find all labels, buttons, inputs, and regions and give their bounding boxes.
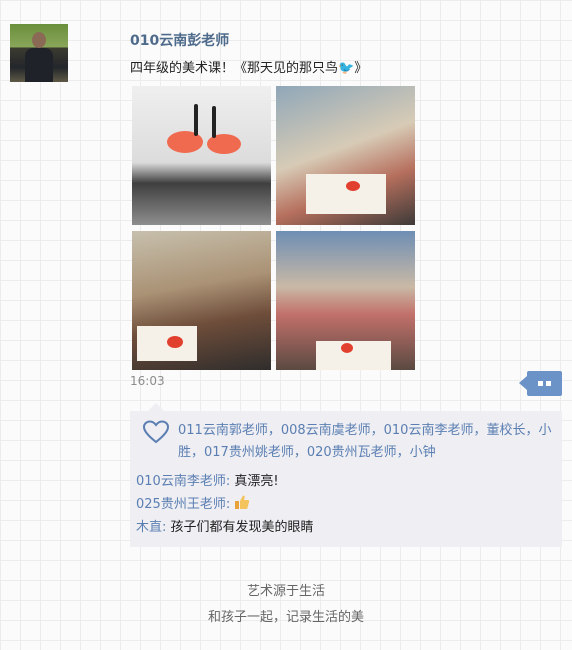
paint-dot [346,181,360,191]
more-dots-icon [538,381,543,386]
thumbs-up-emoji-icon [234,494,250,514]
comment-text: 孩子们都有发现美的眼睛 [170,520,314,535]
comment-row[interactable]: 025贵州王老师: [136,493,250,514]
paper [316,341,391,370]
photo-4-classroom[interactable] [276,231,415,370]
heart-icon [142,420,170,444]
more-dots-icon [546,381,551,386]
photo-1-flamingo-painting[interactable] [132,86,271,225]
comment-author[interactable]: 木直: [136,520,166,535]
bird-emoji-icon: 🐦 [338,61,355,76]
post-text-end: 》 [354,61,368,76]
more-actions-button[interactable] [519,371,562,396]
post-time: 16:03 [130,374,165,388]
comment-text: 真漂亮! [234,474,279,489]
post-text: 四年级的美术课！《那天见的那只鸟🐦》 [130,57,367,76]
flamingo-neck [194,104,198,136]
paper [306,174,386,214]
avatar-head [32,32,46,48]
avatar-body [25,48,53,82]
post-text-main: 四年级的美术课！《那天见的那只鸟 [130,61,339,76]
comment-row[interactable]: 木直: 孩子们都有发现美的眼睛 [136,516,314,535]
footer-line-1: 艺术源于生活 [246,584,325,599]
flamingo-neck [212,106,216,138]
photo-2-classroom[interactable] [276,86,415,225]
sender-name[interactable]: 010云南彭老师 [130,30,229,50]
comment-author[interactable]: 025贵州王老师: [136,497,230,512]
footer-line-2: 和孩子一起，记录生活的美 [207,610,364,625]
comments-panel: 011云南郭老师，008云南虞老师，010云南李老师，董校长，小胜，017贵州姚… [130,403,562,547]
paint-dot [341,343,353,353]
comment-row[interactable]: 010云南李老师: 真漂亮! [136,470,279,489]
sender-avatar[interactable] [10,24,68,82]
comment-author[interactable]: 010云南李老师: [136,474,230,489]
paint-dot [167,336,183,348]
liked-by-list[interactable]: 011云南郭老师，008云南虞老师，010云南李老师，董校长，小胜，017贵州姚… [178,420,556,464]
photo-3-classroom[interactable] [132,231,271,370]
